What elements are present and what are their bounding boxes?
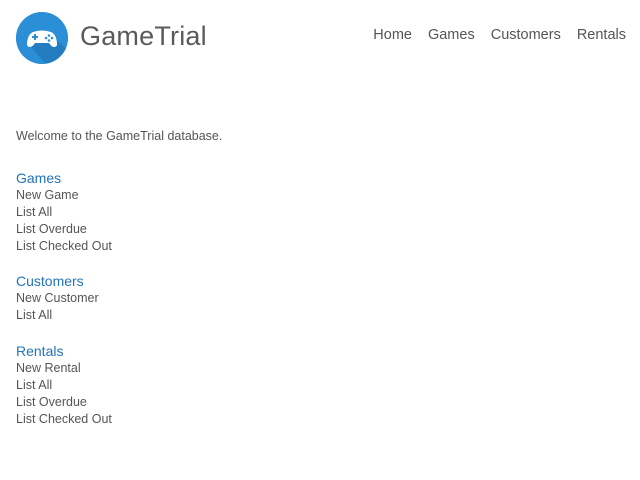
customers-section: Customers New Customer List All [16, 273, 99, 324]
games-section: Games New Game List All List Overdue Lis… [16, 170, 112, 255]
nav-games[interactable]: Games [428, 27, 475, 43]
games-list-overdue-link[interactable]: List Overdue [16, 221, 112, 238]
nav-customers[interactable]: Customers [491, 27, 561, 43]
brand-name[interactable]: GameTrial [80, 21, 207, 52]
main-nav: Home Games Customers Rentals [357, 27, 626, 43]
gamepad-icon[interactable] [16, 12, 68, 64]
customers-heading: Customers [16, 273, 84, 289]
site-header: GameTrial Home Games Customers Rentals [0, 0, 640, 78]
rentals-list-overdue-link[interactable]: List Overdue [16, 394, 112, 411]
customers-new-customer-link[interactable]: New Customer [16, 290, 99, 307]
games-new-game-link[interactable]: New Game [16, 187, 112, 204]
nav-home[interactable]: Home [373, 27, 412, 43]
rentals-heading: Rentals [16, 343, 64, 359]
games-heading: Games [16, 170, 62, 186]
welcome-text: Welcome to the GameTrial database. [16, 129, 223, 143]
rentals-list-checked-out-link[interactable]: List Checked Out [16, 411, 112, 428]
nav-rentals[interactable]: Rentals [577, 27, 626, 43]
rentals-section: Rentals New Rental List All List Overdue… [16, 343, 112, 428]
games-list-all-link[interactable]: List All [16, 204, 112, 221]
games-list-checked-out-link[interactable]: List Checked Out [16, 238, 112, 255]
customers-list-all-link[interactable]: List All [16, 307, 99, 324]
rentals-new-rental-link[interactable]: New Rental [16, 360, 112, 377]
rentals-list-all-link[interactable]: List All [16, 377, 112, 394]
